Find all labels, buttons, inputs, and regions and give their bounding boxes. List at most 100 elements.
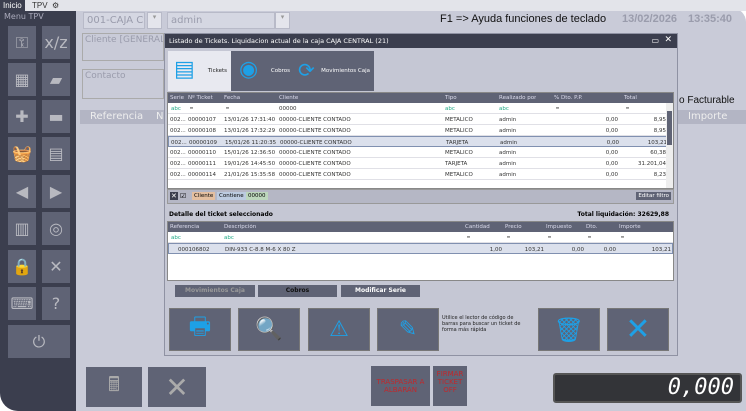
col-dto[interactable]: Dto. — [586, 224, 597, 230]
key-icon[interactable]: ⚿ — [8, 26, 36, 59]
detail-row[interactable]: 000106802 DIN-933 C-8.8 M-6 X 80 Z 1,00 … — [168, 243, 673, 254]
tab-label: Cobros — [270, 68, 290, 74]
col-impuesto[interactable]: Impuesto — [546, 224, 572, 230]
maximize-icon[interactable]: ▭ — [651, 36, 659, 45]
total-value: 32629,88 — [637, 211, 669, 218]
cell: admin — [499, 161, 517, 167]
chevron-down-icon[interactable]: ▾ — [275, 12, 290, 29]
modificar-serie-button[interactable]: Modificar Serie — [341, 285, 420, 297]
cell: 13/01/26 17:32:29 — [224, 128, 276, 134]
tab-inicio[interactable]: Inicio — [0, 0, 25, 11]
user-select[interactable]: admin — [167, 12, 275, 29]
minus-icon[interactable]: ▬ — [42, 100, 70, 133]
clear-filter-icon[interactable]: ✕ — [170, 192, 178, 200]
arrow-left-icon[interactable]: ◀ — [8, 175, 36, 208]
cobros-button[interactable]: Cobros — [258, 285, 337, 297]
col-tipo[interactable]: Tipo — [445, 95, 457, 101]
power-icon[interactable]: ⏻ — [8, 325, 70, 358]
date: 13/02/2026 — [622, 13, 678, 25]
table-row[interactable]: 002... 00000111 19/01/26 14:45:50 00000-CLI… — [168, 158, 673, 169]
scrollbar[interactable] — [666, 103, 673, 188]
filter-field[interactable]: Cliente — [192, 192, 216, 200]
keyboard-icon[interactable]: ⌨ — [8, 287, 36, 320]
cell: 60,38 — [650, 150, 666, 156]
col-cantidad[interactable]: Cantidad — [465, 224, 490, 230]
tab-cobros[interactable]: ◉ Cobros — [231, 51, 294, 91]
lines-header: Referencia N — [80, 110, 164, 124]
book-icon[interactable]: ▰ — [42, 63, 70, 96]
col-total[interactable]: Total — [624, 95, 637, 101]
col-importe[interactable]: Importe — [619, 224, 641, 230]
tab-tpv[interactable]: TPV — [32, 0, 48, 11]
users-lock-icon[interactable]: 🔒 — [8, 250, 36, 283]
table-row[interactable]: 002... 00000110 15/01/26 12:36:50 00000-CLI… — [168, 147, 673, 158]
col-serie[interactable]: Serie — [170, 95, 184, 101]
close-icon[interactable]: ✕ — [664, 35, 672, 45]
cash-register-button[interactable]: 🖩 — [86, 367, 142, 407]
filter-tipo[interactable]: abc — [445, 106, 455, 112]
coins-icon[interactable]: ◎ — [42, 212, 70, 245]
modal-title: Listado de Tickets. Liquidacion actual d… — [165, 34, 677, 48]
col-descripcion[interactable]: Descripción — [224, 224, 256, 230]
col-referencia[interactable]: Referencia — [170, 224, 199, 230]
tab-movimientos-caja[interactable]: ⟳ Movimientos Caja — [294, 51, 374, 91]
cell: 00000-CLIENTE CONTADO — [279, 172, 351, 178]
filter-serie[interactable]: abc — [171, 106, 181, 112]
cell: 00000-CLIENTE CONTADO — [279, 128, 351, 134]
cell: 0,00 — [605, 128, 618, 134]
table-row[interactable]: 002... 00000107 13/01/26 17:31:40 00000-CLI… — [168, 114, 673, 125]
plus-icon[interactable]: ✚ — [8, 100, 36, 133]
report-icon[interactable]: ▥ — [8, 212, 36, 245]
boxes-icon[interactable]: ▦ — [8, 63, 36, 96]
chevron-down-icon[interactable]: ▾ — [147, 12, 162, 29]
xz-report-icon[interactable]: x/z — [42, 26, 70, 59]
detail-grid: Referencia Descripción Cantidad Precio I… — [167, 221, 674, 281]
edit-filter-button[interactable]: Editar filtro — [636, 192, 671, 200]
help-icon[interactable]: ? — [42, 287, 70, 320]
delete-button[interactable]: 🗑 — [538, 308, 600, 351]
firmar-ticket-off-button[interactable]: FIRMAR TICKET OFF — [433, 366, 467, 406]
tab-tickets[interactable]: ▤ Tickets — [168, 51, 231, 91]
coins-icon: ◉ — [239, 57, 259, 82]
filter-realizado[interactable]: abc — [499, 106, 509, 112]
cancel-button[interactable]: ✕ — [148, 367, 206, 407]
basket-icon[interactable]: 🧺 — [8, 137, 36, 170]
filter-value[interactable]: 00000 — [246, 192, 268, 200]
movimientos-caja-button[interactable]: Movimientos Caja — [175, 285, 255, 297]
detail-label: Detalle del ticket seleccionado — [169, 211, 273, 218]
close-button[interactable]: ✕ — [607, 308, 669, 351]
print-button[interactable]: 🖶 — [169, 308, 231, 351]
detail-filter-row[interactable]: abc abc ═ ═ ═ ═ ═ — [168, 232, 673, 243]
cell: 15/01/26 12:36:50 — [224, 150, 276, 156]
filter-row[interactable]: abc ═ ═ 00000 abc abc ═ ═ — [168, 103, 673, 114]
tools-icon[interactable]: ✕ — [42, 250, 70, 283]
cell: 00000-CLIENTE CONTADO — [279, 150, 351, 156]
filter-op[interactable]: Contiene — [217, 192, 246, 200]
cell: 8,23 — [653, 172, 666, 178]
cell: TARJETA — [445, 161, 468, 167]
col-cliente[interactable]: Cliente — [279, 95, 298, 101]
truck-warning-button[interactable]: ⚠ — [308, 308, 370, 351]
document-chart-icon[interactable]: ▤ — [42, 137, 70, 170]
traspasar-albaran-button[interactable]: TRASPASAR A ALBARÁN — [371, 366, 430, 406]
search-document-button[interactable]: 🔍 — [238, 308, 300, 351]
caja-select[interactable]: 001-CAJA CE... — [83, 12, 145, 29]
cell: admin — [499, 117, 517, 123]
col-ticket[interactable]: Nº Ticket — [188, 95, 213, 101]
table-row[interactable]: 002... 00000114 21/01/26 15:35:58 00000-CLI… — [168, 169, 673, 180]
filter-cliente[interactable]: 00000 — [279, 106, 297, 112]
cell: 0,00 — [605, 117, 618, 123]
col-fecha[interactable]: Fecha — [224, 95, 240, 101]
table-row[interactable]: 002... 00000108 13/01/26 17:32:29 00000-CLI… — [168, 125, 673, 136]
col-dto[interactable]: % Dto. P.P. — [554, 95, 583, 101]
col-precio[interactable]: Precio — [505, 224, 522, 230]
arrow-right-icon[interactable]: ▶ — [42, 175, 70, 208]
cell: admin — [499, 172, 517, 178]
checkbox-icon[interactable]: ☑ — [180, 192, 186, 200]
edit-button[interactable]: ✎ — [377, 308, 439, 351]
gear-icon[interactable]: ⚙ — [52, 0, 59, 11]
cell: 002... — [170, 161, 186, 167]
tickets-grid: Serie Nº Ticket Fecha Cliente Tipo Reali… — [167, 92, 674, 189]
table-row[interactable]: 002... 00000109 15/01/26 11:20:35 00000-CLI… — [168, 136, 673, 147]
col-realizado[interactable]: Realizado por — [499, 95, 536, 101]
